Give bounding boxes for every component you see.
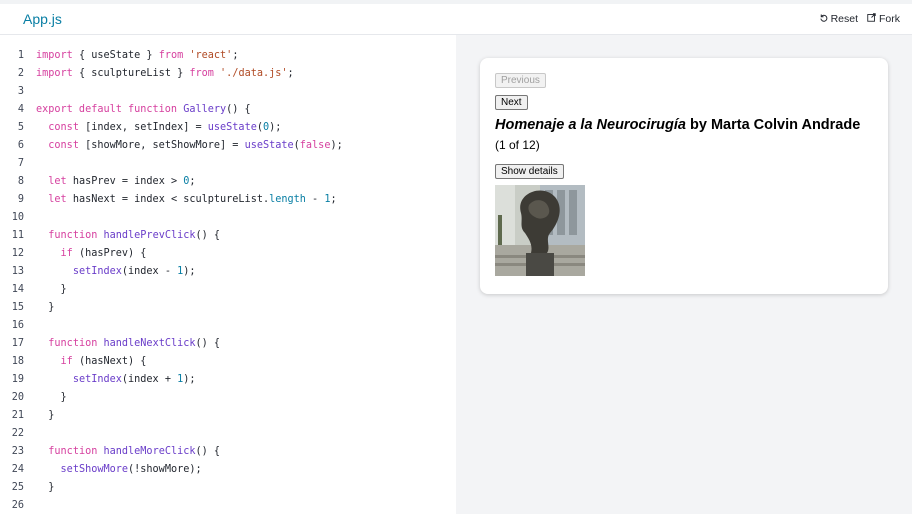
- reset-label: Reset: [830, 13, 858, 25]
- reset-button[interactable]: Reset: [819, 13, 858, 25]
- toolbar-actions: Reset Fork: [819, 13, 900, 25]
- line-number: 17: [11, 338, 24, 349]
- code-text[interactable]: import { sculptureList } from './data.js…: [36, 65, 294, 83]
- code-line[interactable]: 7: [0, 155, 456, 173]
- code-text[interactable]: setIndex(index + 1);: [36, 371, 196, 389]
- line-number: 5: [17, 122, 24, 133]
- code-line[interactable]: 6 const [showMore, setShowMore] = useSta…: [0, 137, 456, 155]
- code-line[interactable]: 23 function handleMoreClick() {: [0, 443, 456, 461]
- code-line[interactable]: 21 }: [0, 407, 456, 425]
- line-number: 6: [17, 140, 24, 151]
- code-text[interactable]: setIndex(index - 1);: [36, 263, 196, 281]
- code-text[interactable]: }: [36, 389, 67, 407]
- code-line[interactable]: 9 let hasNext = index < sculptureList.le…: [0, 191, 456, 209]
- code-text[interactable]: import { useState } from 'react';: [36, 47, 238, 65]
- line-number: 18: [11, 356, 24, 367]
- editor-header: App.js Reset Fork: [0, 0, 912, 35]
- code-line[interactable]: 4 export default function Gallery() {: [0, 101, 456, 119]
- code-line[interactable]: 17 function handleNextClick() {: [0, 335, 456, 353]
- line-number: 24: [11, 464, 24, 475]
- code-line[interactable]: 11 function handlePrevClick() {: [0, 227, 456, 245]
- code-text[interactable]: if (hasPrev) {: [36, 245, 147, 263]
- line-number: 19: [11, 374, 24, 385]
- preview-pane: Previous Next Homenaje a la Neurocirugía…: [456, 35, 912, 514]
- code-line[interactable]: 5 const [index, setIndex] = useState(0);: [0, 119, 456, 137]
- code-line[interactable]: 15 }: [0, 299, 456, 317]
- line-number: 16: [11, 320, 24, 331]
- sculpture-title: Homenaje a la Neurocirugía by Marta Colv…: [495, 117, 860, 133]
- header-strip: [0, 0, 912, 4]
- tab-app-js[interactable]: App.js: [23, 11, 62, 27]
- code-text[interactable]: if (hasNext) {: [36, 353, 147, 371]
- line-number: 26: [11, 500, 24, 511]
- line-number: 4: [17, 104, 24, 115]
- line-number: 2: [17, 68, 24, 79]
- code-line[interactable]: 20 }: [0, 389, 456, 407]
- line-number: 12: [11, 248, 24, 259]
- code-line[interactable]: 26: [0, 497, 456, 514]
- line-number: 15: [11, 302, 24, 313]
- next-button[interactable]: Next: [495, 95, 528, 110]
- code-line[interactable]: 2 import { sculptureList } from './data.j…: [0, 65, 456, 83]
- code-text[interactable]: setShowMore(!showMore);: [36, 461, 202, 479]
- code-text[interactable]: function handleNextClick() {: [36, 335, 220, 353]
- code-text[interactable]: let hasPrev = index > 0;: [36, 173, 195, 191]
- code-line[interactable]: 16: [0, 317, 456, 335]
- code-line[interactable]: 13 setIndex(index - 1);: [0, 263, 456, 281]
- code-text[interactable]: }: [36, 479, 54, 497]
- code-line[interactable]: 19 setIndex(index + 1);: [0, 371, 456, 389]
- code-text[interactable]: function handlePrevClick() {: [36, 227, 220, 245]
- preview-card: Previous Next Homenaje a la Neurocirugía…: [480, 58, 888, 294]
- code-line[interactable]: 22: [0, 425, 456, 443]
- line-number: 25: [11, 482, 24, 493]
- line-number: 10: [11, 212, 24, 223]
- sculpture-artist: by Marta Colvin Andrade: [685, 117, 861, 133]
- code-line[interactable]: 18 if (hasNext) {: [0, 353, 456, 371]
- line-number: 21: [11, 410, 24, 421]
- line-number: 9: [17, 194, 24, 205]
- previous-button[interactable]: Previous: [495, 73, 546, 88]
- code-line[interactable]: 14 }: [0, 281, 456, 299]
- code-line[interactable]: 8 let hasPrev = index > 0;: [0, 173, 456, 191]
- line-number: 11: [11, 230, 24, 241]
- fork-button[interactable]: Fork: [867, 13, 900, 25]
- line-number: 1: [17, 50, 24, 61]
- line-number: 8: [17, 176, 24, 187]
- line-number: 22: [11, 428, 24, 439]
- code-text[interactable]: }: [36, 281, 67, 299]
- code-text[interactable]: function handleMoreClick() {: [36, 443, 220, 461]
- line-number: 23: [11, 446, 24, 457]
- line-number: 13: [11, 266, 24, 277]
- code-text[interactable]: }: [36, 299, 54, 317]
- code-line[interactable]: 24 setShowMore(!showMore);: [0, 461, 456, 479]
- sculpture-image: [495, 185, 585, 276]
- show-details-button[interactable]: Show details: [495, 164, 564, 179]
- code-text[interactable]: let hasNext = index < sculptureList.leng…: [36, 191, 336, 209]
- code-line[interactable]: 10: [0, 209, 456, 227]
- code-text[interactable]: }: [36, 407, 54, 425]
- line-number: 7: [17, 158, 24, 169]
- fork-icon: [867, 13, 876, 25]
- code-line[interactable]: 25 }: [0, 479, 456, 497]
- fork-label: Fork: [879, 13, 900, 25]
- code-text[interactable]: export default function Gallery() {: [36, 101, 251, 119]
- code-line[interactable]: 12 if (hasPrev) {: [0, 245, 456, 263]
- code-editor[interactable]: 1 import { useState } from 'react'; 2 impor…: [0, 35, 456, 514]
- reset-icon: [819, 13, 828, 25]
- code-line[interactable]: 1 import { useState } from 'react';: [0, 47, 456, 65]
- code-text[interactable]: const [index, setIndex] = useState(0);: [36, 119, 281, 137]
- line-number: 3: [17, 86, 24, 97]
- sculpture-name: Homenaje a la Neurocirugía: [495, 117, 686, 133]
- code-line[interactable]: 3: [0, 83, 456, 101]
- code-text[interactable]: const [showMore, setShowMore] = useState…: [36, 137, 342, 155]
- line-number: 20: [11, 392, 24, 403]
- sculpture-counter: (1 of 12): [495, 138, 540, 152]
- line-number: 14: [11, 284, 24, 295]
